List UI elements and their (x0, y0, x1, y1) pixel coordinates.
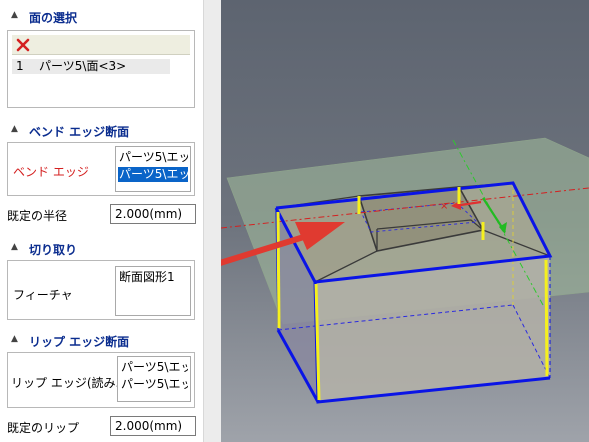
section-header-lip-edge[interactable]: ▲ リップ エッジ断面 (0, 332, 203, 352)
feature-label: フィーチャ (13, 288, 73, 302)
yellow-edge (276, 211, 281, 329)
chevron-up-icon[interactable]: ▲ (11, 242, 18, 252)
origin-marker-x: × (440, 201, 448, 212)
default-lip-input[interactable]: 2.000(mm) (110, 416, 196, 436)
chevron-up-icon[interactable]: ▲ (11, 334, 18, 344)
section-header-face-selection[interactable]: ▲ 面の選択 (0, 8, 203, 28)
lip-edge-group: リップ エッジ(読み... パーツ5\エッ パーツ5\エッ (7, 352, 195, 408)
default-radius-input[interactable]: 2.000(mm) (110, 204, 196, 224)
list-item-selected[interactable]: パーツ5\エッ (118, 167, 188, 182)
section-title: リップ エッジ断面 (29, 335, 130, 349)
lip-edge-label: リップ エッジ(読み... (11, 376, 127, 390)
panel-scrollbar[interactable] (203, 0, 221, 442)
3d-viewport[interactable]: × (221, 0, 589, 442)
section-title: 面の選択 (29, 11, 78, 25)
default-radius-label: 既定の半径 (7, 209, 68, 223)
list-item[interactable]: パーツ5\エッ (120, 360, 188, 375)
section-header-bend-edge[interactable]: ▲ ベンド エッジ断面 (0, 122, 203, 142)
face-row-index: 1 (16, 59, 24, 73)
face-row-value: パーツ5\面<3> (39, 59, 127, 73)
list-item[interactable]: パーツ5\エッ (120, 377, 188, 392)
bend-edge-label: ベンド エッジ (13, 165, 89, 179)
face-list-row[interactable]: 1 パーツ5\面<3> (12, 59, 170, 74)
model-view[interactable]: × (221, 0, 589, 442)
lip-edge-list[interactable]: パーツ5\エッ パーツ5\エッ (117, 356, 191, 402)
section-header-cutout[interactable]: ▲ 切り取り (0, 240, 203, 260)
bend-edge-group: ベンド エッジ パーツ5\エッ パーツ5\エッ (7, 142, 195, 196)
bend-edge-list[interactable]: パーツ5\エッ パーツ5\エッ (115, 146, 191, 192)
delete-x-icon[interactable] (15, 37, 31, 53)
yellow-edge (544, 259, 549, 377)
chevron-up-icon[interactable]: ▲ (11, 10, 18, 20)
default-lip-label: 既定のリップ (7, 421, 80, 435)
chevron-up-icon[interactable]: ▲ (11, 124, 18, 134)
list-item[interactable]: パーツ5\エッ (118, 150, 188, 165)
list-item[interactable]: 断面図形1 (118, 270, 188, 285)
cutout-group: フィーチャ 断面図形1 (7, 260, 195, 320)
face-selection-group: 1 パーツ5\面<3> (7, 30, 195, 108)
section-title: ベンド エッジ断面 (29, 125, 130, 139)
face-list-toolbar (12, 35, 190, 55)
property-panel: ▲ 面の選択 1 パーツ5\面<3> ▲ ベンド エッジ断面 ベンド エッジ パ… (0, 0, 203, 442)
feature-list[interactable]: 断面図形1 (115, 266, 191, 316)
section-title: 切り取り (29, 243, 78, 257)
